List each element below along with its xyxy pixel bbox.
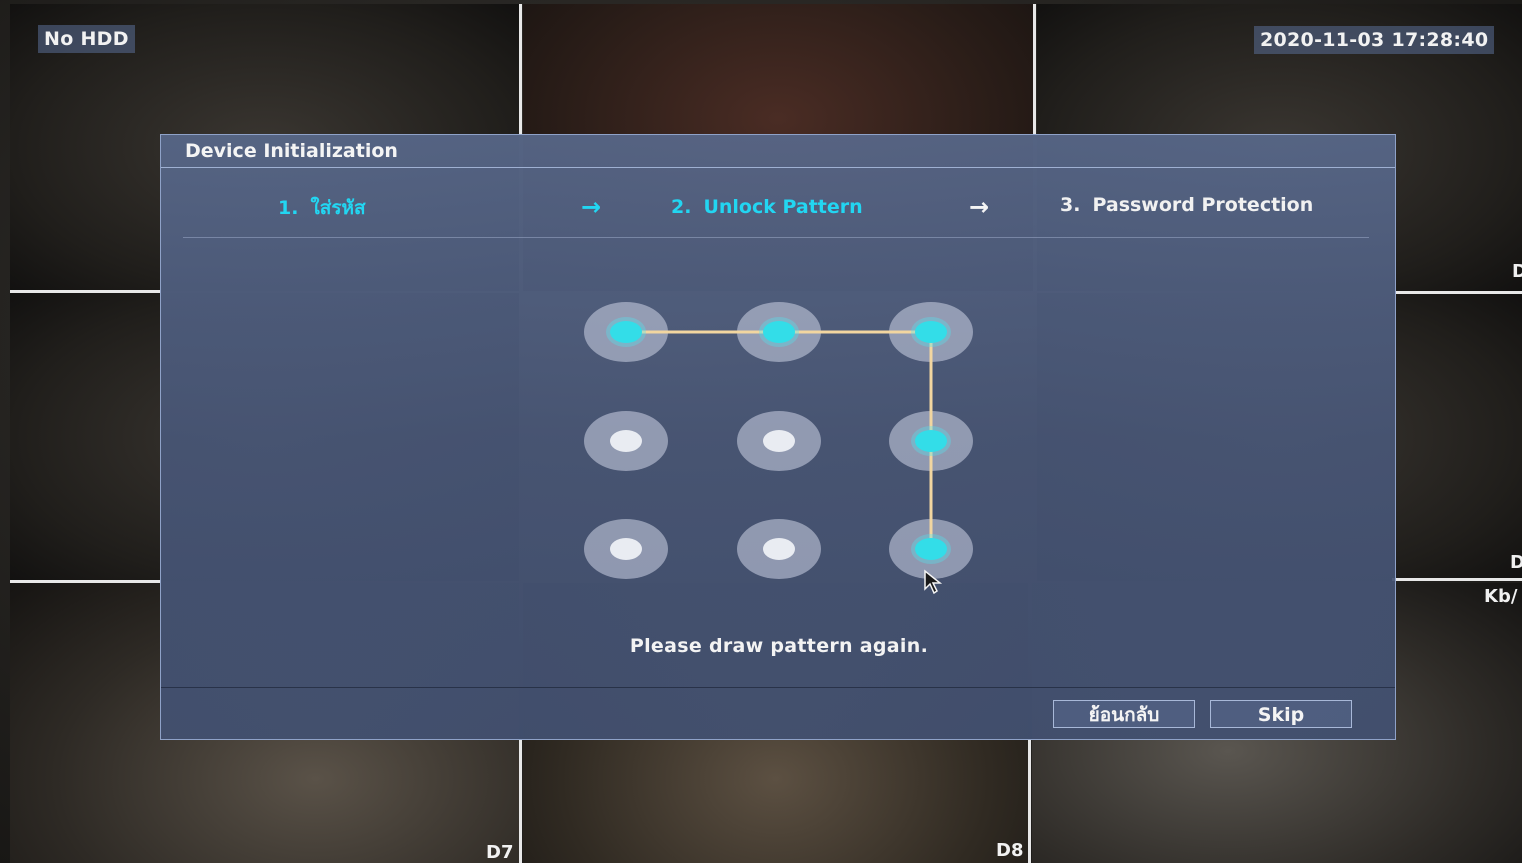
grid-divider [1392,578,1522,581]
edge-bitrate-label: Kb/ [1484,586,1518,607]
edge-channel-label: D [1510,552,1522,573]
pattern-dot-center [915,430,947,452]
pattern-dot-center [610,321,642,343]
grid-divider [10,580,160,583]
pattern-dot-center [610,538,642,560]
hdd-status: No HDD [38,25,135,53]
mouse-cursor-icon [924,569,943,595]
pattern-dot-center [763,538,795,560]
grid-divider [1028,740,1031,863]
channel-label-d8: D8 [996,840,1024,861]
grid-divider [10,290,160,293]
grid-divider [1033,4,1036,134]
grid-divider [1396,291,1522,294]
pattern-dot-center [763,430,795,452]
grid-divider [519,4,522,134]
datetime-display: 2020-11-03 17:28:40 [1254,26,1495,54]
edge-channel-label: D [1512,261,1522,282]
channel-label-d7: D7 [486,842,514,863]
device-initialization-dialog: Device Initialization 1. ใส่รหัส → 2. Unlo… [160,134,1396,740]
skip-button[interactable]: Skip [1210,700,1352,728]
grid-divider [519,740,522,863]
pattern-dot-center [763,321,795,343]
pattern-dot-center [915,321,947,343]
pattern-prompt: Please draw pattern again. [629,635,929,657]
pattern-dot-center [915,538,947,560]
nvr-screen: No HDD 2020-11-03 17:28:40 D7 D8 D D Kb/… [0,0,1522,863]
pattern-dot-center [610,430,642,452]
footer-divider [161,687,1395,688]
back-button[interactable]: ย้อนกลับ [1053,700,1195,728]
